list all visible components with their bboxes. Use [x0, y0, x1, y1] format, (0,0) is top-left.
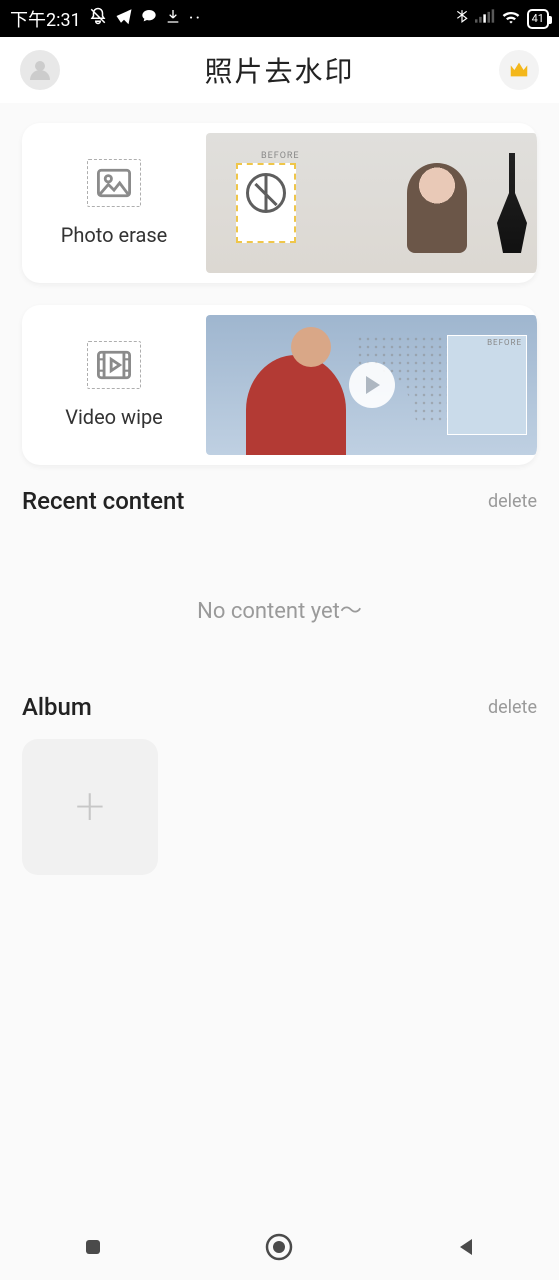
- nav-back-button[interactable]: [426, 1235, 506, 1259]
- app-header: 照片去水印: [0, 37, 559, 103]
- status-time: 下午2:31: [10, 6, 81, 32]
- nav-recent-button[interactable]: [53, 1235, 133, 1259]
- bluetooth-icon: [455, 7, 469, 30]
- album-section: Album delete +: [22, 693, 537, 875]
- page-title: 照片去水印: [204, 50, 354, 90]
- status-right: 41: [455, 7, 549, 30]
- album-title: Album: [22, 693, 92, 721]
- before-tag: BEFORE: [261, 151, 300, 161]
- nav-home-button[interactable]: [239, 1232, 319, 1262]
- image-icon: [97, 168, 131, 198]
- photo-erase-card[interactable]: Photo erase BEFORE: [22, 123, 537, 283]
- before-tag-video: BEFORE: [448, 336, 526, 349]
- circle-icon: [264, 1232, 294, 1262]
- crown-icon: [508, 59, 530, 81]
- recent-delete-button[interactable]: delete: [488, 491, 537, 512]
- square-icon: [81, 1235, 105, 1259]
- album-add-button[interactable]: +: [22, 739, 158, 875]
- video-wipe-card[interactable]: Video wipe BEFORE: [22, 305, 537, 465]
- status-left: 下午2:31 ··: [10, 6, 202, 32]
- system-nav-bar: [0, 1214, 559, 1280]
- recent-section: Recent content delete No content yet～: [22, 487, 537, 675]
- photo-icon-frame: [87, 159, 141, 207]
- photo-erase-preview: BEFORE: [206, 123, 537, 283]
- photo-erase-label: Photo erase: [61, 223, 168, 247]
- play-icon: [349, 362, 395, 408]
- content-area: Photo erase BEFORE: [0, 103, 559, 1213]
- premium-button[interactable]: [499, 50, 539, 90]
- telegram-icon: [115, 7, 133, 30]
- album-delete-button[interactable]: delete: [488, 697, 537, 718]
- download-icon: [165, 8, 181, 29]
- profile-button[interactable]: [20, 50, 60, 90]
- video-wipe-left: Video wipe: [22, 305, 206, 465]
- recent-empty-text: No content yet～: [22, 533, 537, 675]
- triangle-back-icon: [454, 1235, 478, 1259]
- recent-title: Recent content: [22, 487, 184, 515]
- chat-icon: [141, 8, 157, 29]
- more-icon: ··: [189, 8, 202, 29]
- person-icon: [28, 58, 52, 82]
- wifi-icon: [501, 8, 521, 29]
- photo-erase-left: Photo erase: [22, 123, 206, 283]
- video-icon-frame: [87, 341, 141, 389]
- video-wipe-label: Video wipe: [65, 405, 163, 429]
- mute-icon: [89, 7, 107, 30]
- video-icon: [97, 350, 131, 380]
- status-bar: 下午2:31 ·· 41: [0, 0, 559, 37]
- signal-icon: [475, 8, 495, 29]
- battery-icon: 41: [527, 9, 549, 29]
- video-wipe-preview: BEFORE: [206, 305, 537, 465]
